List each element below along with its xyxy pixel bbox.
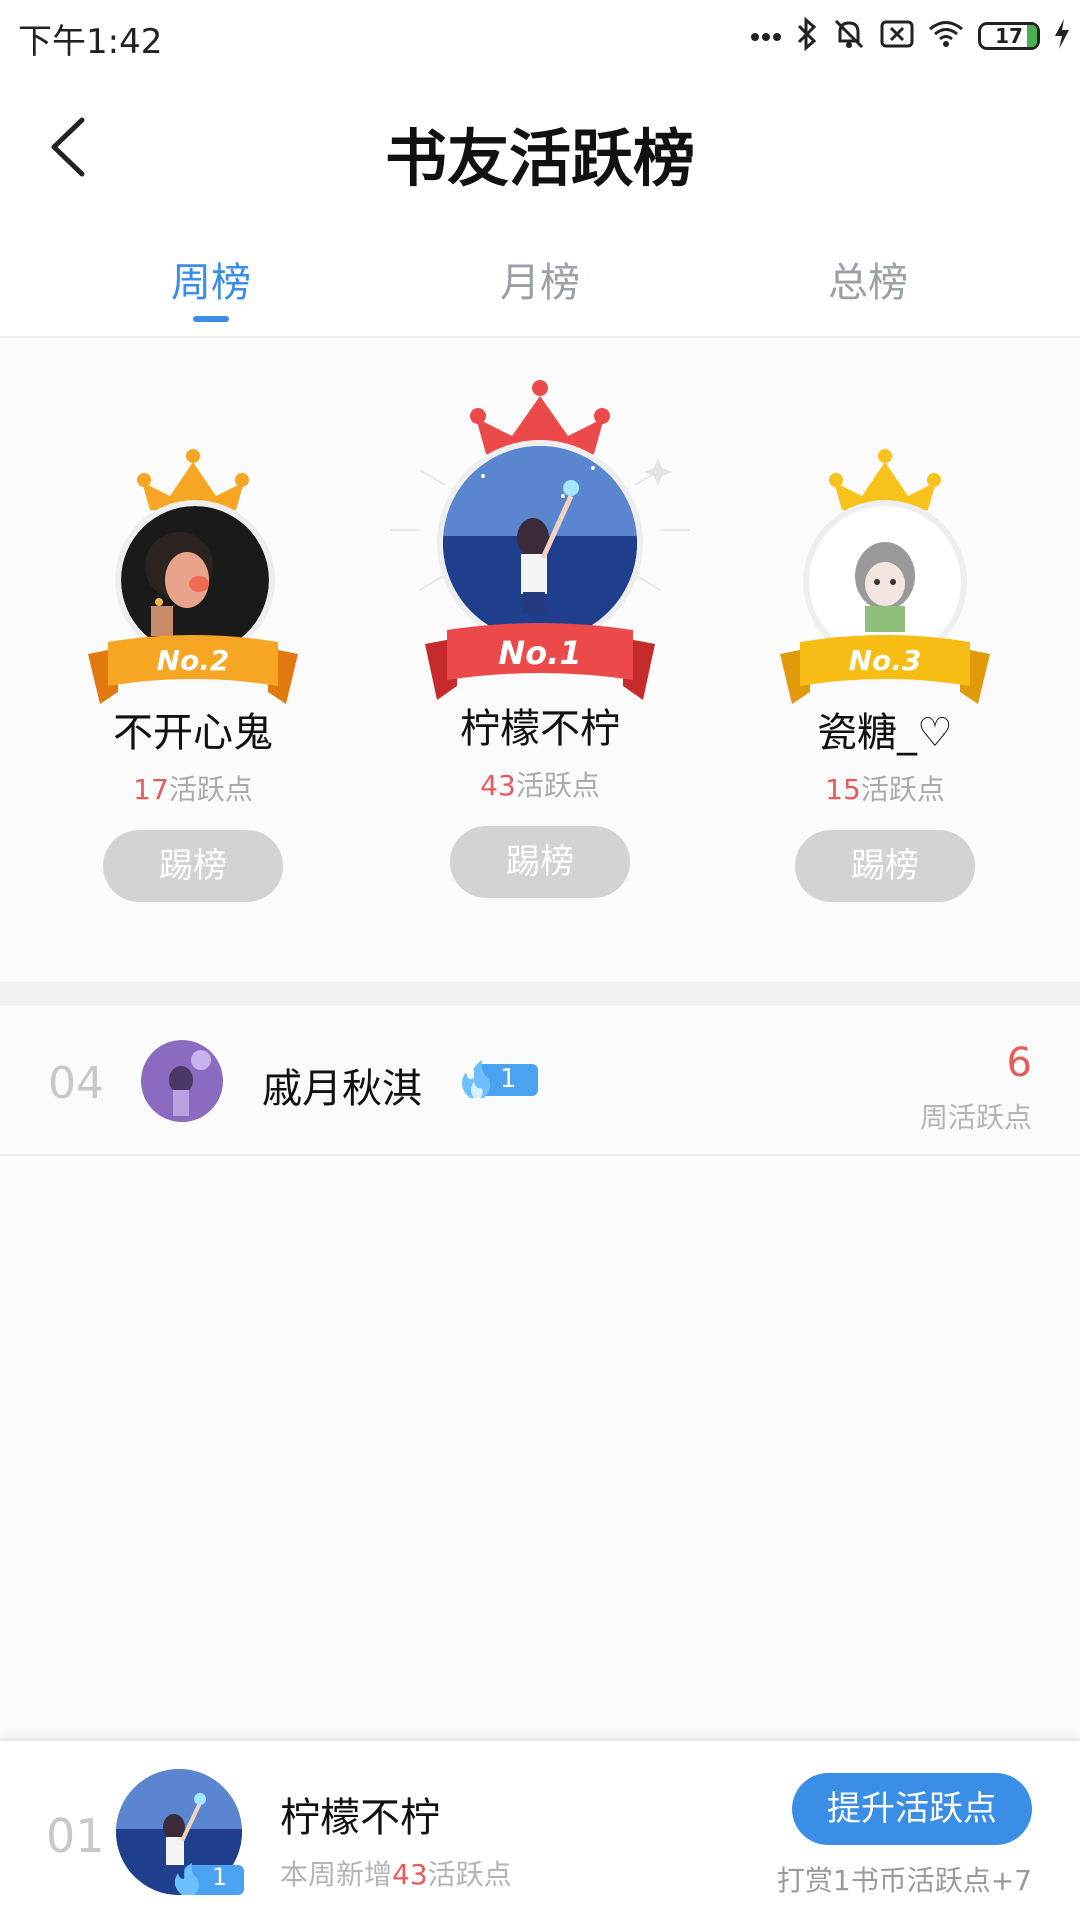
battery-level: 17 (995, 24, 1023, 48)
kick-button[interactable]: 踢榜 (103, 830, 283, 902)
my-rank-bar: 01 1 柠檬不柠 本周新增43活跃点 提升活跃点 打赏1书币活跃点+7 (0, 1738, 1080, 1923)
user-name: 戚月秋淇 (262, 1066, 422, 1112)
kick-button[interactable]: 踢榜 (795, 830, 975, 902)
winner-points: 43活跃点 (480, 769, 600, 802)
score-value: 6 (1006, 1040, 1032, 1086)
rank-label: No.3 (848, 644, 922, 677)
active-tab-indicator (193, 316, 229, 322)
podium: No.2 不开心鬼 17活跃点 踢榜 No.1 柠檬不柠 43活跃点 踢榜 No… (0, 338, 1080, 980)
podium-first: No.1 柠檬不柠 43活跃点 踢榜 (390, 380, 690, 898)
level-number: 1 (212, 1863, 228, 1891)
no-sim-icon (880, 20, 914, 52)
my-rank-number: 01 (46, 1809, 105, 1863)
winner-points: 15活跃点 (825, 773, 945, 806)
avatar[interactable] (141, 1040, 223, 1122)
winner-name: 柠檬不柠 (460, 706, 620, 752)
tab-total[interactable]: 总榜 (768, 250, 968, 308)
rank-label: No.2 (156, 644, 230, 677)
level-badge: 1 (170, 1861, 244, 1897)
avatar[interactable] (437, 440, 643, 646)
tab-weekly[interactable]: 周榜 (111, 250, 311, 308)
list-item[interactable]: 04 戚月秋淇 1 6 周活跃点 (0, 1006, 1080, 1156)
level-number: 1 (500, 1064, 517, 1094)
mute-icon (832, 17, 866, 55)
podium-third: No.3 瓷糖_♡ 15活跃点 踢榜 (735, 448, 1035, 902)
wifi-icon (928, 20, 964, 52)
section-divider (0, 982, 1080, 1006)
status-time: 下午1:42 (18, 22, 163, 62)
rank-label: No.1 (498, 634, 582, 672)
score-label: 周活跃点 (919, 1101, 1032, 1134)
my-weekly-gain: 本周新增43活跃点 (280, 1858, 512, 1891)
podium-second: No.2 不开心鬼 17活跃点 踢榜 (43, 448, 343, 902)
winner-points: 17活跃点 (133, 773, 253, 806)
header: 书友活跃榜 (0, 74, 1080, 220)
boost-activity-button[interactable]: 提升活跃点 (792, 1773, 1032, 1845)
tab-bar: 周榜 月榜 总榜 (0, 220, 1080, 338)
reward-hint: 打赏1书币活跃点+7 (776, 1864, 1032, 1897)
level-badge: 1 (456, 1058, 538, 1102)
kick-button[interactable]: 踢榜 (450, 826, 630, 898)
rank-number: 04 (48, 1058, 104, 1109)
status-bar: 下午1:42 17 (0, 0, 1080, 74)
battery-icon: 17 (978, 22, 1040, 50)
my-name: 柠檬不柠 (280, 1795, 440, 1841)
tab-monthly[interactable]: 月榜 (440, 250, 640, 308)
more-dots-icon (750, 27, 782, 46)
charging-icon (1054, 19, 1070, 53)
page-title: 书友活跃榜 (384, 122, 695, 195)
bluetooth-icon (796, 16, 818, 55)
status-icons: 17 (750, 14, 1070, 58)
